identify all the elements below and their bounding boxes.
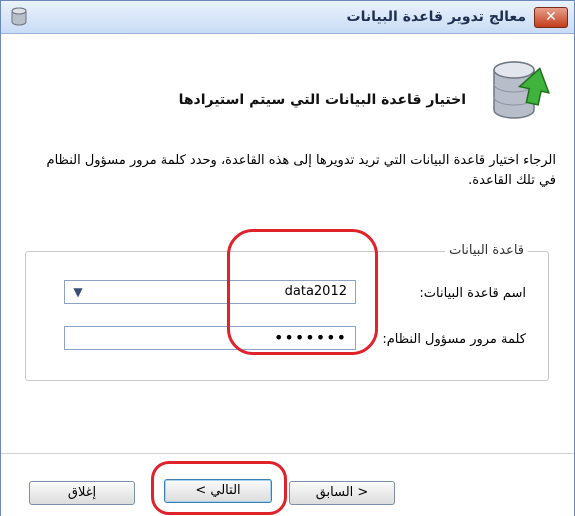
groupbox-legend: قاعدة البيانات — [445, 243, 528, 258]
wizard-window: معالج تدوير قاعدة البيانات ✕ اختيار قاعد… — [0, 0, 575, 516]
close-window-button[interactable]: ✕ — [534, 7, 568, 28]
database-groupbox: قاعدة البيانات اسم قاعدة البيانات: ▼ dat… — [25, 243, 549, 381]
admin-password-label: كلمة مرور مسؤول النظام: — [382, 332, 526, 347]
wizard-header: اختيار قاعدة البيانات التي سيتم استيراده… — [1, 34, 574, 134]
close-button[interactable]: إغلاق — [29, 481, 135, 505]
instructions-text: الرجاء اختيار قاعدة البيانات التي تريد ت… — [46, 153, 556, 188]
database-import-icon — [490, 54, 552, 130]
admin-password-value: ••••••• — [273, 328, 347, 347]
button-bar: إغلاق التالي > < السابق — [1, 453, 574, 516]
database-icon — [9, 7, 29, 31]
admin-password-field[interactable]: ••••••• — [64, 326, 356, 350]
title-bar[interactable]: معالج تدوير قاعدة البيانات ✕ — [1, 1, 574, 34]
next-button[interactable]: التالي > — [164, 479, 272, 503]
database-name-value: data2012 — [284, 284, 347, 299]
back-button[interactable]: < السابق — [289, 481, 395, 505]
page-title: اختيار قاعدة البيانات التي سيتم استيراده… — [178, 92, 466, 108]
database-name-select[interactable]: ▼ data2012 — [64, 280, 356, 304]
window-title: معالج تدوير قاعدة البيانات — [346, 9, 526, 25]
chevron-down-icon[interactable]: ▼ — [69, 281, 87, 303]
database-name-label: اسم قاعدة البيانات: — [419, 286, 526, 301]
